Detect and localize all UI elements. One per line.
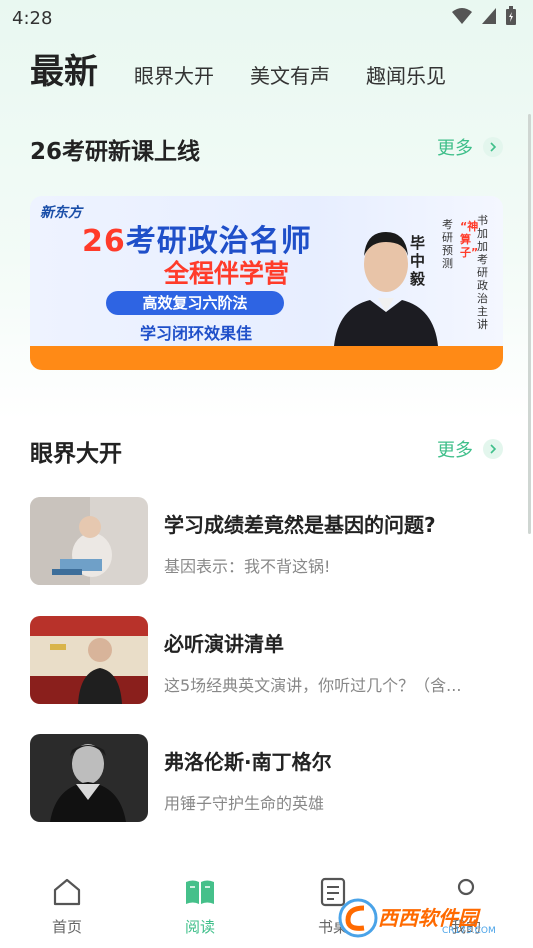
banner-tagline: 学习闭环效果佳 [140, 324, 253, 343]
chevron-right-icon [483, 439, 503, 459]
more-label: 更多 [437, 440, 473, 461]
banner-subtitle: 全程伴学营 [164, 259, 290, 288]
wifi-icon [452, 8, 472, 24]
list-item[interactable]: 弗洛伦斯·南丁格尔 用锤子守护生命的英雄 [30, 734, 503, 824]
nav-home[interactable]: 首页 [32, 876, 102, 937]
article-subtitle: 基因表示：我不背这锅! [164, 557, 331, 576]
course-section-title: 26考研新课上线 [30, 139, 201, 165]
list-item[interactable]: 必听演讲清单 这5场经典英文演讲，你听过几个？（含... [30, 616, 503, 706]
article-thumbnail [30, 616, 148, 704]
watermark-subtext: CR173.COM [442, 926, 496, 936]
banner-side-text-3: 书加加考研政治主讲 [477, 214, 488, 331]
home-icon [53, 878, 81, 906]
vision-section-header: 眼界大开 更多 [30, 434, 503, 468]
watermark-logo: 西西软件园 CR173.COM [334, 896, 524, 942]
status-bar: 4:28 [0, 0, 533, 36]
banner-side-text-2: “神算子” [460, 220, 479, 259]
article-subtitle: 这5场经典英文演讲，你听过几个？（含... [164, 676, 462, 695]
watermark-emblem [338, 898, 378, 938]
scrollbar[interactable] [528, 114, 531, 534]
book-icon [186, 880, 214, 904]
list-item[interactable]: 学习成绩差竟然是基因的问题? 基因表示：我不背这锅! [30, 497, 503, 587]
banner-side-text-1: 考研预测 [442, 218, 453, 270]
teacher-name: 毕中毅 [410, 234, 426, 288]
article-thumbnail [30, 734, 148, 822]
vision-more-link[interactable]: 更多 [437, 436, 503, 462]
nav-label: 阅读 [184, 918, 215, 936]
article-title: 弗洛伦斯·南丁格尔 [164, 750, 332, 774]
article-title: 学习成绩差竟然是基因的问题? [164, 513, 436, 537]
course-banner[interactable]: 新东方 26考研政治名师 全程伴学营 高效复习六阶法 学习闭环效果佳 毕中毅 考… [30, 196, 503, 370]
course-section-header: 26考研新课上线 更多 [30, 132, 503, 166]
tab-latest[interactable]: 最新 [30, 50, 98, 94]
chevron-right-icon [483, 137, 503, 157]
banner-logo: 新东方 [40, 205, 82, 221]
battery-icon [506, 6, 516, 25]
tab-audio-essays[interactable]: 美文有声 [250, 58, 330, 94]
article-thumbnail [30, 497, 148, 585]
banner-pill: 高效复习六阶法 [106, 291, 284, 315]
tab-fun-news[interactable]: 趣闻乐见 [366, 58, 446, 94]
status-icons [451, 6, 517, 26]
banner-title-number: 26 [82, 224, 126, 259]
article-title: 必听演讲清单 [164, 632, 284, 656]
nav-read[interactable]: 阅读 [165, 876, 235, 937]
tab-vision[interactable]: 眼界大开 [134, 58, 214, 94]
banner-footer-strip [30, 346, 503, 370]
signal-icon [482, 8, 496, 24]
vision-section-title: 眼界大开 [30, 441, 122, 467]
top-tabs: 最新 眼界大开 美文有声 趣闻乐见 [30, 44, 446, 94]
course-more-link[interactable]: 更多 [437, 134, 503, 160]
status-time: 4:28 [12, 8, 53, 29]
nav-label: 首页 [51, 918, 82, 936]
more-label: 更多 [437, 138, 473, 159]
article-subtitle: 用锤子守护生命的英雄 [164, 794, 325, 813]
